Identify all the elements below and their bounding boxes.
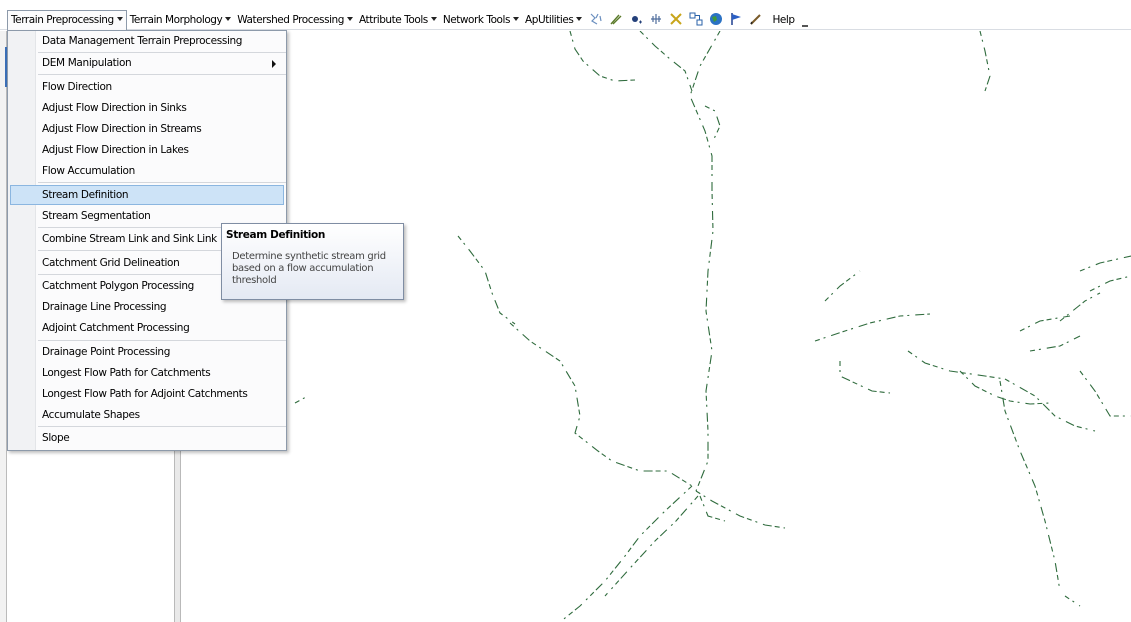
network-icon[interactable] bbox=[689, 12, 703, 29]
stream-line bbox=[569, 31, 636, 82]
menu-item-slope[interactable]: Slope bbox=[10, 428, 284, 448]
stream-line bbox=[699, 495, 726, 522]
dropdown-arrow-icon bbox=[513, 17, 520, 21]
menu-item-label: DEM Manipulation bbox=[42, 57, 132, 69]
dropdown-arrow-icon bbox=[116, 17, 123, 21]
stream-line bbox=[1079, 370, 1131, 417]
menu-item-data-management-terrain-preprocessing[interactable]: Data Management Terrain Preprocessing bbox=[10, 31, 284, 51]
menu-label: Watershed Processing bbox=[237, 14, 344, 26]
menu-label: Terrain Preprocessing bbox=[11, 14, 114, 26]
menu-separator bbox=[38, 74, 286, 75]
table-of-contents-edge bbox=[0, 31, 7, 622]
menu-label: Attribute Tools bbox=[358, 14, 428, 26]
sketch-pen-icon[interactable] bbox=[609, 12, 623, 29]
stream-line bbox=[457, 235, 516, 325]
menu-label: ApUtilities bbox=[525, 14, 574, 26]
pencil-icon[interactable] bbox=[749, 12, 763, 29]
pane-splitter[interactable] bbox=[174, 450, 181, 622]
stream-line bbox=[604, 495, 699, 597]
toolbar-overflow-icon[interactable] bbox=[801, 17, 808, 27]
stream-line bbox=[1029, 335, 1081, 352]
menu-item-adjoint-catchment-processing[interactable]: Adjoint Catchment Processing bbox=[10, 318, 284, 338]
stream-line bbox=[839, 361, 891, 394]
submenu-arrow-icon bbox=[272, 60, 276, 68]
batch-point-icon[interactable] bbox=[649, 12, 663, 29]
stream-line bbox=[999, 380, 1061, 592]
menu-separator bbox=[38, 426, 286, 427]
dropdown-arrow-icon bbox=[225, 17, 232, 21]
point-delineation-icon[interactable] bbox=[629, 12, 643, 29]
flow-path-tracing-icon[interactable] bbox=[589, 12, 603, 29]
menu-item-longest-flow-path-adjoint[interactable]: Longest Flow Path for Adjoint Catchments bbox=[10, 384, 284, 404]
dropdown-arrow-icon bbox=[430, 17, 437, 21]
stream-network bbox=[294, 31, 1131, 622]
stream-line bbox=[509, 322, 693, 487]
menu-terrain-morphology[interactable]: Terrain Morphology bbox=[127, 10, 235, 30]
menu-item-drainage-point-processing[interactable]: Drainage Point Processing bbox=[10, 342, 284, 362]
stream-line bbox=[1004, 378, 1096, 432]
stream-line bbox=[639, 31, 693, 92]
menu-item-adjust-flow-direction-sinks[interactable]: Adjust Flow Direction in Sinks bbox=[10, 98, 284, 118]
stream-line bbox=[1089, 275, 1131, 292]
menu-item-adjust-flow-direction-streams[interactable]: Adjust Flow Direction in Streams bbox=[10, 119, 284, 139]
menu-separator bbox=[38, 340, 286, 341]
menu-label: Terrain Morphology bbox=[129, 14, 223, 26]
menu-item-flow-direction[interactable]: Flow Direction bbox=[10, 77, 284, 97]
stream-line bbox=[704, 105, 721, 142]
tooltip-title: Stream Definition bbox=[226, 229, 325, 241]
stream-line bbox=[294, 396, 307, 404]
stream-line bbox=[824, 270, 861, 302]
stream-line bbox=[1079, 255, 1131, 272]
menu-tooltip: Stream Definition Determine synthetic st… bbox=[221, 223, 404, 300]
menu-watershed-processing[interactable]: Watershed Processing bbox=[234, 10, 356, 30]
menu-label: Network Tools bbox=[442, 14, 511, 26]
menu-help[interactable]: Help bbox=[769, 10, 797, 30]
menu-aputilities[interactable]: ApUtilities bbox=[522, 10, 585, 30]
toolbar-strip: Terrain Preprocessing Terrain Morphology… bbox=[7, 10, 808, 30]
archydro-toolbar: Terrain Preprocessing Terrain Morphology… bbox=[0, 0, 1131, 30]
stream-line bbox=[1064, 595, 1081, 607]
menu-item-dem-manipulation[interactable]: DEM Manipulation bbox=[10, 53, 284, 73]
stream-line bbox=[907, 350, 1006, 380]
stream-line bbox=[1019, 315, 1071, 332]
menu-network-tools[interactable]: Network Tools bbox=[440, 10, 522, 30]
globe-icon[interactable] bbox=[709, 12, 723, 29]
menu-separator bbox=[38, 182, 286, 183]
menu-item-accumulate-shapes[interactable]: Accumulate Shapes bbox=[10, 405, 284, 425]
menu-terrain-preprocessing[interactable]: Terrain Preprocessing bbox=[7, 10, 127, 30]
dam-break-icon[interactable] bbox=[669, 12, 683, 29]
menu-attribute-tools[interactable]: Attribute Tools bbox=[356, 10, 440, 30]
menu-item-longest-flow-path-catchments[interactable]: Longest Flow Path for Catchments bbox=[10, 363, 284, 383]
dropdown-arrow-icon bbox=[346, 17, 353, 21]
menu-item-flow-accumulation[interactable]: Flow Accumulation bbox=[10, 161, 284, 181]
flag-icon[interactable] bbox=[729, 12, 743, 29]
menu-item-stream-definition[interactable]: Stream Definition bbox=[10, 185, 284, 205]
stream-line bbox=[959, 370, 1051, 405]
tooltip-description: Determine synthetic stream grid based on… bbox=[232, 251, 386, 286]
stream-line bbox=[695, 490, 786, 529]
stream-line bbox=[979, 31, 991, 92]
arcmap-window: Terrain Preprocessing Terrain Morphology… bbox=[0, 0, 1131, 622]
tool-icon-group bbox=[589, 12, 763, 29]
menu-item-drainage-line-processing[interactable]: Drainage Line Processing bbox=[10, 297, 284, 317]
stream-line bbox=[814, 313, 931, 342]
stream-line bbox=[559, 485, 693, 622]
dropdown-arrow-icon bbox=[576, 17, 583, 21]
menu-item-adjust-flow-direction-lakes[interactable]: Adjust Flow Direction in Lakes bbox=[10, 140, 284, 160]
stream-line bbox=[689, 31, 721, 492]
